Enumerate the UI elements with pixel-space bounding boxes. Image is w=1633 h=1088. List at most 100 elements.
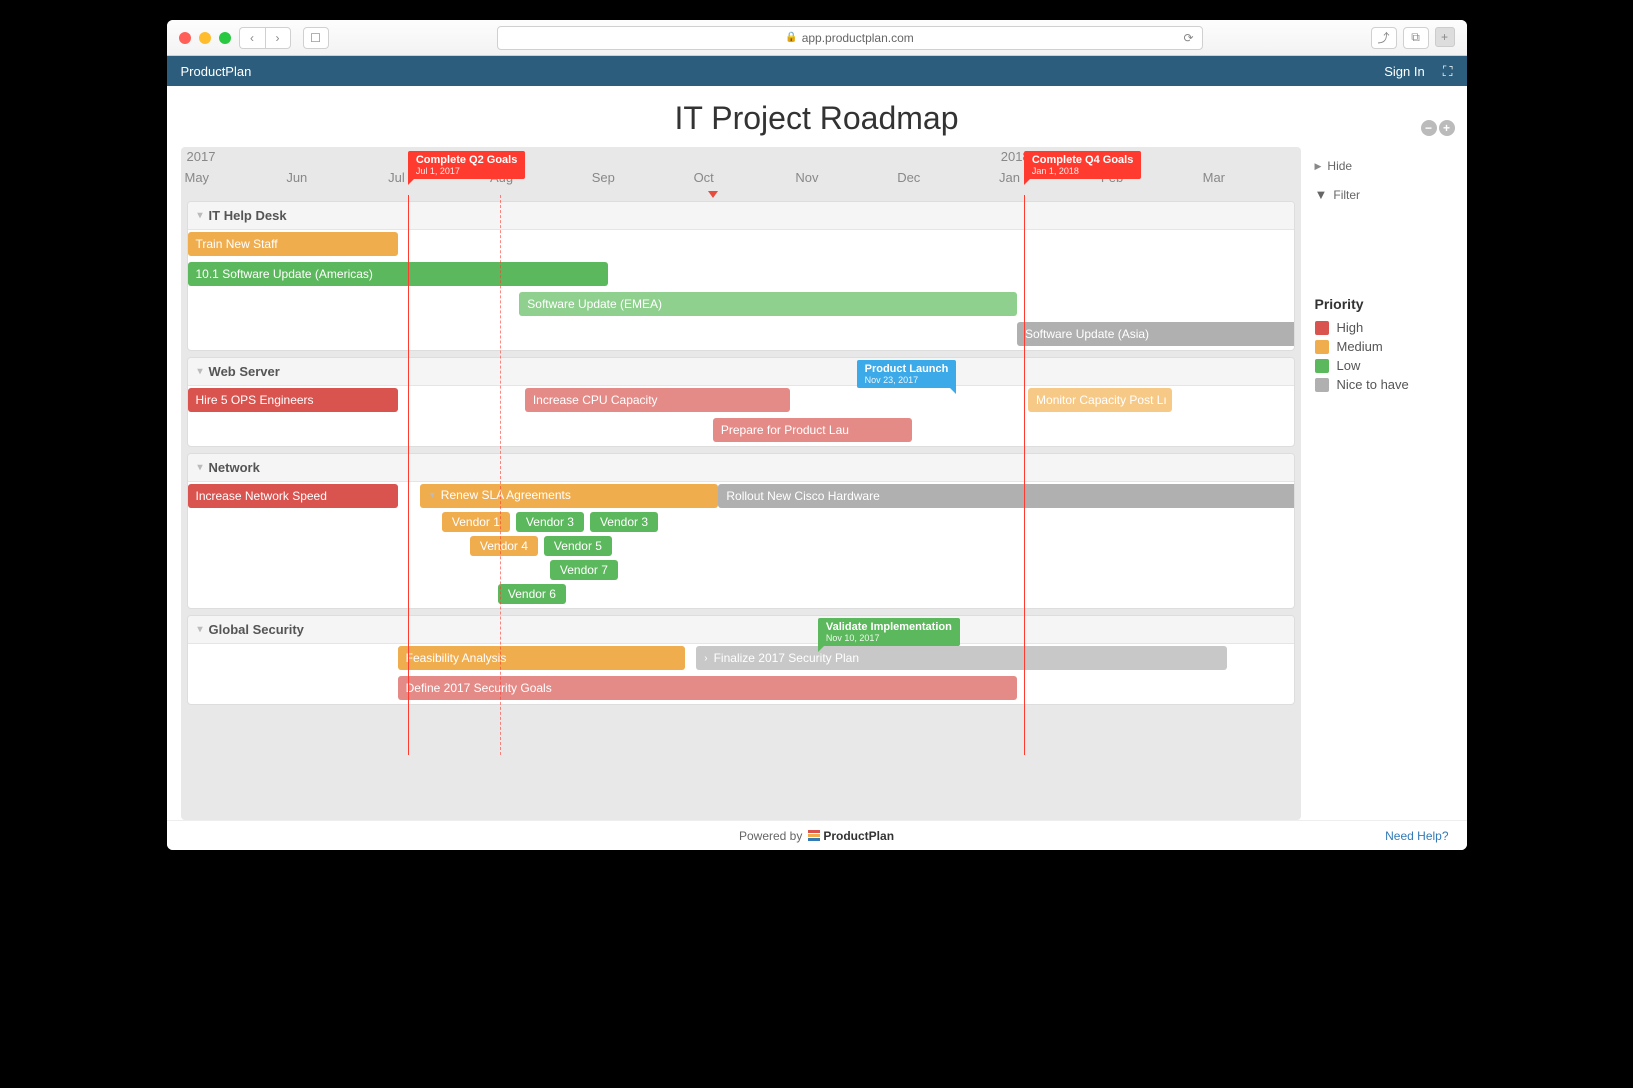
lock-icon: 🔒 [785, 32, 797, 43]
filter-icon: ▼ [1315, 187, 1328, 202]
zoom-in-button[interactable]: + [1439, 120, 1455, 136]
lane-title: Web Server [209, 364, 280, 379]
month-label: May [181, 170, 283, 185]
sub-bar-vendor-1[interactable]: Vendor 1 [442, 512, 510, 532]
share-button[interactable]: ⤴ [1371, 27, 1397, 49]
bar-monitor-capacity[interactable]: Monitor Capacity Post Lı [1028, 388, 1172, 412]
chevron-down-icon: ▾ [198, 462, 203, 473]
lane-network: ▾ Network Increase Network Speed Rollout [187, 453, 1295, 609]
legend-medium[interactable]: Medium [1315, 337, 1451, 356]
bar-increase-network-speed[interactable]: Increase Network Speed [188, 484, 398, 508]
lane-webserver: Product Launch Nov 23, 2017 ▾ Web Server [187, 357, 1295, 447]
lane-title: Network [209, 460, 260, 475]
bar-renew-sla[interactable]: ▾ Renew SLA Agreements [420, 484, 719, 508]
bar-label: Rollout New Cisco Hardware [726, 489, 879, 503]
main-layout: Complete Q2 Goals Jul 1, 2017 Complete Q… [167, 147, 1467, 820]
bar-label: Software Update (Asia) [1025, 327, 1149, 341]
sub-bar-vendor-3a[interactable]: Vendor 3 [516, 512, 584, 532]
legend-low[interactable]: Low [1315, 356, 1451, 375]
milestone-title: Complete Q2 Goals [416, 154, 517, 166]
bar-hire-ops[interactable]: Hire 5 OPS Engineers [188, 388, 398, 412]
milestone-q4[interactable]: Complete Q4 Goals Jan 1, 2018 [1024, 151, 1141, 179]
forward-button[interactable]: › [265, 27, 291, 49]
footer: Powered by ProductPlan Need Help? [167, 820, 1467, 850]
bar-train-staff[interactable]: Train New Staff [188, 232, 398, 256]
app-body: ProductPlan Sign In ⛶ IT Project Roadmap… [167, 56, 1467, 850]
bar-label: Increase CPU Capacity [533, 393, 658, 407]
sidebar-toggle-button[interactable]: ☐ [303, 27, 329, 49]
tabs-button[interactable]: ⧉ [1403, 27, 1429, 49]
traffic-lights [179, 32, 231, 44]
sub-bar-vendor-7[interactable]: Vendor 7 [550, 560, 618, 580]
bar-software-update-americas[interactable]: 10.1 Software Update (Americas) [188, 262, 608, 286]
milestone-title: Validate Implementation [826, 621, 952, 633]
milestone-date: Jul 1, 2017 [416, 166, 517, 176]
month-label: Sep [588, 170, 690, 185]
swatch-medium [1315, 340, 1329, 354]
sub-bar-vendor-3b[interactable]: Vendor 3 [590, 512, 658, 532]
legend-label: Nice to have [1337, 377, 1409, 392]
milestone-date: Nov 10, 2017 [826, 633, 952, 643]
bar-rollout-cisco[interactable]: Rollout New Cisco Hardware [718, 484, 1294, 508]
month-label: Nov [791, 170, 893, 185]
lane-security: Validate Implementation Nov 10, 2017 ▾ G… [187, 615, 1295, 705]
bar-label: Software Update (EMEA) [527, 297, 662, 311]
back-button[interactable]: ‹ [239, 27, 265, 49]
bar-increase-cpu[interactable]: Increase CPU Capacity [525, 388, 790, 412]
bar-software-update-asia[interactable]: Software Update (Asia) [1017, 322, 1295, 346]
milestone-q2[interactable]: Complete Q2 Goals Jul 1, 2017 [408, 151, 525, 179]
hide-button[interactable]: ▶ Hide [1315, 155, 1451, 177]
need-help-link[interactable]: Need Help? [1385, 829, 1448, 843]
lane-header[interactable]: ▾ Global Security [188, 616, 1294, 644]
chevron-down-icon: ▾ [198, 210, 203, 221]
legend-label: Low [1337, 358, 1361, 373]
milestone-validate-impl[interactable]: Validate Implementation Nov 10, 2017 [818, 618, 960, 646]
timeline: Complete Q2 Goals Jul 1, 2017 Complete Q… [181, 147, 1301, 820]
sub-bar-vendor-6[interactable]: Vendor 6 [498, 584, 566, 604]
minimize-icon[interactable] [199, 32, 211, 44]
legend-label: High [1337, 320, 1364, 335]
legend-title: Priority [1315, 296, 1451, 312]
zoom-out-button[interactable]: − [1421, 120, 1437, 136]
url-bar[interactable]: 🔒 app.productplan.com ⟳ [497, 26, 1203, 50]
app-header: ProductPlan Sign In ⛶ [167, 56, 1467, 86]
maximize-icon[interactable] [219, 32, 231, 44]
legend-label: Medium [1337, 339, 1383, 354]
fullscreen-icon[interactable]: ⛶ [1443, 63, 1453, 80]
reload-icon[interactable]: ⟳ [1183, 31, 1193, 45]
sub-bar-vendor-5[interactable]: Vendor 5 [544, 536, 612, 556]
browser-window: ‹ › ☐ 🔒 app.productplan.com ⟳ ⤴ ⧉ + Prod… [167, 20, 1467, 850]
roadmap-area: Complete Q2 Goals Jul 1, 2017 Complete Q… [167, 147, 1307, 820]
legend-high[interactable]: High [1315, 318, 1451, 337]
bar-feasibility[interactable]: Feasibility Analysis [398, 646, 686, 670]
lane-header[interactable]: ▾ Network [188, 454, 1294, 482]
filter-label: Filter [1333, 188, 1360, 202]
sign-in-link[interactable]: Sign In [1384, 64, 1424, 79]
new-tab-button[interactable]: + [1435, 27, 1455, 47]
chevron-down-icon: ▾ [198, 624, 203, 635]
lanes: ▾ IT Help Desk Train New Staff [181, 201, 1301, 705]
bar-label: 10.1 Software Update (Americas) [196, 267, 373, 281]
bar-finalize-security-plan[interactable]: › Finalize 2017 Security Plan [696, 646, 1227, 670]
lane-header[interactable]: ▾ Web Server [188, 358, 1294, 386]
bar-label: Monitor Capacity Post Lı [1036, 393, 1167, 407]
bar-prepare-launch[interactable]: Prepare for Product Lau [713, 418, 912, 442]
milestone-title: Complete Q4 Goals [1032, 154, 1133, 166]
milestone-date: Jan 1, 2018 [1032, 166, 1133, 176]
bar-define-security-goals[interactable]: Define 2017 Security Goals [398, 676, 1017, 700]
milestone-product-launch[interactable]: Product Launch Nov 23, 2017 [857, 360, 957, 388]
priority-legend: Priority High Medium Low [1315, 296, 1451, 394]
bar-software-update-emea[interactable]: Software Update (EMEA) [519, 292, 1017, 316]
lane-header[interactable]: ▾ IT Help Desk [188, 202, 1294, 230]
powered-by-label: Powered by [739, 829, 802, 843]
sub-bar-vendor-4[interactable]: Vendor 4 [470, 536, 538, 556]
hide-label: Hide [1327, 159, 1352, 173]
productplan-logo[interactable]: ProductPlan [808, 829, 894, 843]
close-icon[interactable] [179, 32, 191, 44]
triangle-right-icon: ▶ [1315, 161, 1322, 172]
filter-button[interactable]: ▼ Filter [1315, 183, 1451, 206]
legend-nice[interactable]: Nice to have [1315, 375, 1451, 394]
bar-label: Finalize 2017 Security Plan [714, 651, 859, 665]
milestone-title: Product Launch [865, 363, 949, 375]
lane-title: IT Help Desk [209, 208, 287, 223]
